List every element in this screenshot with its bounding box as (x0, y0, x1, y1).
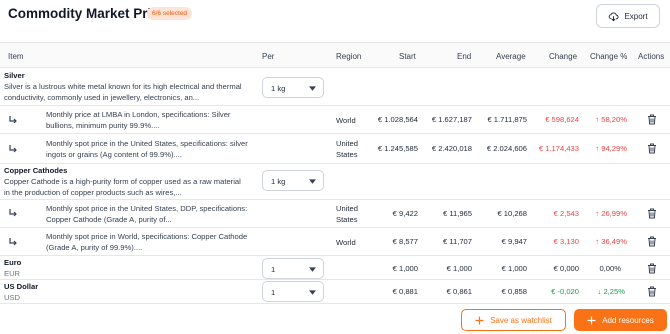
currency-unit: USD (4, 293, 21, 302)
subdirectory-arrow-icon (9, 145, 17, 153)
row-change-pct: 0,00% (599, 264, 621, 273)
row-change: € 1.174,433 (538, 144, 579, 153)
per-select[interactable]: 1 kg (262, 170, 324, 191)
chevron-down-icon (309, 86, 316, 91)
table-row: Monthly price at LMBA in London, specifi… (0, 106, 670, 134)
col-change: Change (549, 52, 578, 61)
row-change: € 598,624 (545, 115, 579, 124)
save-watchlist-button[interactable]: Save as watchlist (461, 309, 566, 331)
per-select-value: 1 kg (271, 84, 286, 93)
row-average: € 9,947 (501, 237, 527, 246)
chevron-down-icon (309, 267, 316, 272)
per-select-value: 1 kg (271, 177, 286, 186)
subdirectory-arrow-icon (9, 238, 17, 246)
row-start: € 1,000 (392, 264, 418, 273)
per-select-value: 1 (271, 288, 276, 297)
row-average: € 0,858 (501, 287, 527, 296)
table-row: Monthly spot price in World, specificati… (0, 228, 670, 256)
trash-icon[interactable] (647, 236, 657, 247)
row-change-pct: ↓ 2,25% (597, 287, 625, 296)
row-change: € 0,000 (553, 264, 579, 273)
row-average: € 1.711,875 (487, 115, 527, 124)
table-row: Monthly spot price in the United States,… (0, 200, 670, 228)
row-region: World (336, 238, 356, 247)
group-name: Silver (4, 71, 25, 80)
row-description: Monthly spot price in the United States,… (46, 204, 248, 224)
table-row-euro: Euro EUR 1 € 1,000 € 1,000 € 1,000 € 0,0… (0, 256, 670, 280)
row-end: € 0,861 (446, 287, 472, 296)
table-header: Item Per Region Start End Average Change… (0, 42, 670, 68)
currency-unit: EUR (4, 269, 21, 278)
row-start: € 8,577 (392, 237, 418, 246)
plus-icon (475, 316, 484, 324)
row-start: € 1.028,564 (377, 115, 418, 124)
row-end: € 2.420,018 (431, 144, 472, 153)
col-start: Start (399, 52, 416, 61)
row-change: € -0,020 (551, 287, 579, 296)
trash-icon[interactable] (647, 286, 657, 297)
per-select-value: 1 (271, 265, 276, 274)
add-resources-button[interactable]: Add resources (574, 309, 667, 331)
group-row-silver[interactable]: Silver Silver is a lustrous white metal … (0, 68, 670, 106)
row-description: Monthly spot price in the United States,… (46, 139, 248, 159)
row-start: € 0,881 (392, 287, 418, 296)
page-header: Commodity Market Prices 6/6 selected Exp… (0, 0, 670, 38)
cloud-download-icon (609, 11, 619, 21)
subdirectory-arrow-icon (9, 209, 17, 217)
table-row: Monthly spot price in the United States,… (0, 134, 670, 164)
table-row-usd: US Dollar USD 1 € 0,881 € 0,861 € 0,858 … (0, 280, 670, 304)
trash-icon[interactable] (647, 114, 657, 125)
row-start: € 9,422 (392, 209, 418, 218)
row-description: Monthly spot price in World, specificati… (46, 232, 248, 252)
export-label: Export (624, 11, 648, 21)
row-end: € 1.627,187 (431, 115, 472, 124)
selection-badge: 6/6 selected (147, 7, 193, 20)
row-start: € 1.245,585 (377, 144, 418, 153)
export-button[interactable]: Export (596, 4, 660, 28)
chevron-down-icon (309, 290, 316, 295)
chevron-down-icon (309, 179, 316, 184)
row-change-pct: ↑ 58,20% (595, 115, 627, 124)
col-region: Region (336, 52, 362, 61)
plus-icon (587, 316, 596, 324)
row-change-pct: ↑ 36,49% (595, 237, 627, 246)
row-change-pct: ↑ 94,29% (595, 144, 627, 153)
per-select[interactable]: 1 kg (262, 77, 324, 98)
row-region: United States (336, 204, 358, 224)
per-select[interactable]: 1 (262, 258, 324, 279)
trash-icon[interactable] (647, 263, 657, 274)
row-average: € 2.024,606 (486, 144, 527, 153)
col-per: Per (262, 52, 275, 61)
row-description: Monthly price at LMBA in London, specifi… (46, 110, 231, 130)
row-region: United States (336, 139, 358, 159)
row-change: € 3,130 (553, 237, 579, 246)
group-description: Copper Cathode is a high-purity form of … (4, 177, 241, 197)
add-resources-label: Add resources (602, 315, 654, 325)
row-end: € 11,707 (443, 237, 472, 246)
row-change-pct: ↑ 26,99% (595, 209, 627, 218)
row-end: € 1,000 (446, 264, 472, 273)
row-region: World (336, 116, 356, 125)
group-row-copper[interactable]: Copper Cathodes Copper Cathode is a high… (0, 164, 670, 200)
row-change: € 2,543 (553, 209, 579, 218)
col-end: End (457, 52, 472, 61)
col-item: Item (8, 52, 24, 61)
subdirectory-arrow-icon (9, 116, 17, 124)
col-change-pct: Change % (590, 52, 628, 61)
currency-name: US Dollar (4, 282, 39, 291)
save-watchlist-label: Save as watchlist (490, 315, 552, 325)
group-description: Silver is a lustrous white metal known f… (4, 82, 242, 102)
col-actions: Actions (638, 52, 665, 61)
per-select[interactable]: 1 (262, 281, 324, 302)
trash-icon[interactable] (647, 208, 657, 219)
row-average: € 10,268 (497, 209, 527, 218)
row-average: € 1,000 (501, 264, 527, 273)
row-end: € 11,965 (443, 209, 472, 218)
col-average: Average (496, 52, 526, 61)
trash-icon[interactable] (647, 143, 657, 154)
group-name: Copper Cathodes (4, 166, 68, 175)
currency-name: Euro (4, 258, 22, 267)
